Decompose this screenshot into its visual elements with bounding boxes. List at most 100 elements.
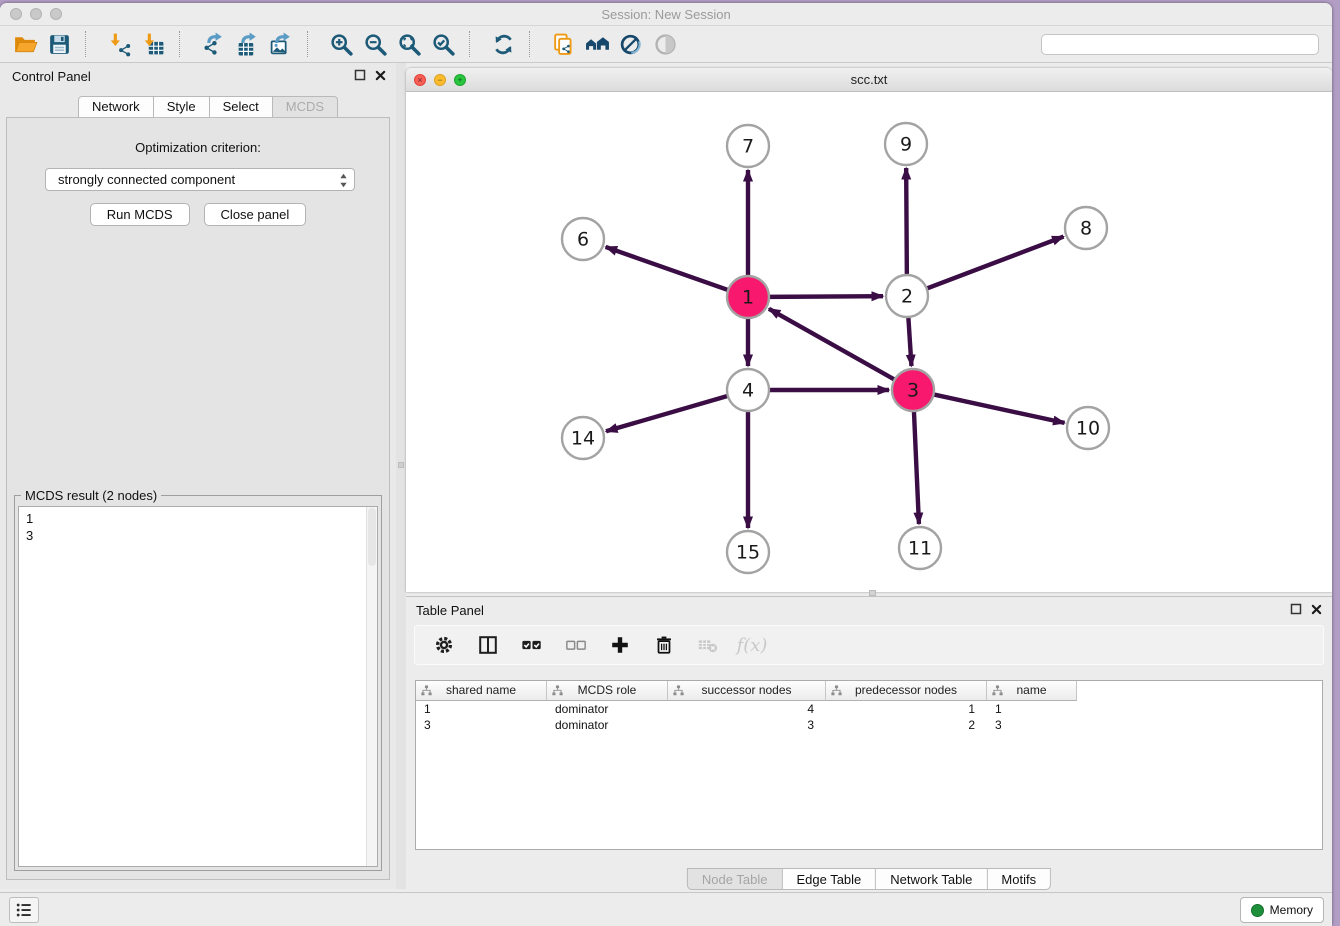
- edge-2-3[interactable]: [908, 317, 911, 366]
- zoom-out-icon: [363, 32, 388, 57]
- desktop: { "window": { "title": "Session: New Ses…: [0, 0, 1340, 926]
- edge-1-6[interactable]: [606, 247, 729, 290]
- task-list-button[interactable]: [9, 897, 39, 923]
- split-columns-button[interactable]: [473, 630, 503, 660]
- close-panel-button[interactable]: Close panel: [204, 203, 307, 226]
- zoom-in-button[interactable]: [324, 29, 358, 59]
- tab-mcds[interactable]: MCDS: [273, 96, 338, 118]
- table-row[interactable]: 3dominator323: [416, 717, 1322, 733]
- checked-pair-icon: [521, 634, 543, 656]
- graph-node-9[interactable]: 9: [885, 123, 927, 165]
- tab-style[interactable]: Style: [154, 96, 210, 118]
- circle-slash-button[interactable]: [614, 29, 648, 59]
- column-header-predecessor-nodes[interactable]: predecessor nodes: [826, 681, 987, 701]
- criterion-select[interactable]: strongly connected component: [45, 168, 355, 191]
- graph-node-4[interactable]: 4: [727, 369, 769, 411]
- graph-node-8[interactable]: 8: [1065, 207, 1107, 249]
- import-table-button[interactable]: [136, 29, 170, 59]
- zoom-selected-icon: [431, 32, 456, 57]
- graph-node-7[interactable]: 7: [727, 125, 769, 167]
- graph-node-1[interactable]: 1: [727, 276, 769, 318]
- main-toolbar: [0, 26, 1332, 63]
- table-cell: 3: [987, 717, 1077, 733]
- search-input[interactable]: [1041, 34, 1319, 55]
- table-panel-header: Table Panel: [406, 597, 1332, 623]
- gear-button[interactable]: [429, 630, 459, 660]
- column-label: MCDS role: [578, 683, 637, 697]
- table-row[interactable]: 1dominator411: [416, 701, 1322, 717]
- panel-splitter[interactable]: [396, 63, 406, 889]
- select-stepper-icon: [339, 172, 348, 195]
- graph-node-2[interactable]: 2: [886, 275, 928, 317]
- tab-network-table[interactable]: Network Table: [876, 868, 987, 890]
- delete-table-icon: [697, 634, 719, 656]
- refresh-button[interactable]: [486, 29, 520, 59]
- network-canvas[interactable]: 7 9 6 8 1 2 4 3 14 10 15 11: [406, 92, 1332, 592]
- svg-text:14: 14: [571, 428, 595, 450]
- birds-eye-button[interactable]: [648, 29, 682, 59]
- checked-pair-button[interactable]: [517, 630, 547, 660]
- graph-node-6[interactable]: 6: [562, 218, 604, 260]
- import-network-button[interactable]: [102, 29, 136, 59]
- column-header-name[interactable]: name: [987, 681, 1077, 701]
- list-icon: [14, 900, 34, 920]
- edge-2-8[interactable]: [927, 237, 1064, 289]
- float-table-panel-icon[interactable]: [1290, 603, 1302, 615]
- result-scrollbar[interactable]: [366, 507, 377, 866]
- add-row-button[interactable]: [605, 630, 635, 660]
- unchecked-pair-button[interactable]: [561, 630, 591, 660]
- svg-text:10: 10: [1076, 418, 1100, 440]
- column-header-MCDS-role[interactable]: MCDS role: [547, 681, 668, 701]
- tab-edge-table[interactable]: Edge Table: [782, 868, 876, 890]
- svg-text:1: 1: [742, 287, 754, 309]
- zoom-selected-button[interactable]: [426, 29, 460, 59]
- memory-button[interactable]: Memory: [1240, 897, 1324, 923]
- document-network-button[interactable]: [546, 29, 580, 59]
- close-panel-icon[interactable]: [375, 70, 386, 81]
- double-home-button[interactable]: [580, 29, 614, 59]
- toolbar-separator: [307, 31, 320, 57]
- graph-node-10[interactable]: 10: [1067, 407, 1109, 449]
- graph-node-11[interactable]: 11: [899, 527, 941, 569]
- export-table-button[interactable]: [230, 29, 264, 59]
- column-header-successor-nodes[interactable]: successor nodes: [668, 681, 826, 701]
- open-folder-icon: [13, 32, 38, 57]
- table-header-row: shared name MCDS role successor nodes prede…: [416, 681, 1322, 701]
- toolbar-separator: [469, 31, 482, 57]
- edge-4-14[interactable]: [606, 396, 728, 431]
- graph-node-14[interactable]: 14: [562, 417, 604, 459]
- column-label: predecessor nodes: [855, 683, 957, 697]
- table-body: 1dominator4113dominator323: [416, 701, 1322, 733]
- tab-network[interactable]: Network: [78, 96, 154, 118]
- close-table-panel-icon[interactable]: [1311, 604, 1322, 615]
- graph-node-3[interactable]: 3: [892, 369, 934, 411]
- control-panel-title: Control Panel: [12, 69, 91, 84]
- export-image-button[interactable]: [264, 29, 298, 59]
- save-floppy-button[interactable]: [42, 29, 76, 59]
- criterion-select-value: strongly connected component: [58, 172, 235, 187]
- edge-3-11[interactable]: [914, 411, 919, 524]
- svg-text:15: 15: [736, 542, 760, 564]
- float-panel-icon[interactable]: [354, 69, 366, 81]
- table-cell: 3: [668, 717, 826, 733]
- document-network-icon: [551, 32, 576, 57]
- network-graph: 7 9 6 8 1 2 4 3 14 10 15 11: [406, 92, 1332, 592]
- edge-3-1[interactable]: [769, 309, 895, 380]
- edge-3-10[interactable]: [934, 394, 1065, 422]
- network-window-titlebar[interactable]: × − + scc.txt: [406, 68, 1332, 92]
- zoom-out-button[interactable]: [358, 29, 392, 59]
- column-header-shared-name[interactable]: shared name: [416, 681, 547, 701]
- graph-node-15[interactable]: 15: [727, 531, 769, 573]
- app-window: Session: New Session Control Panel Netwo…: [0, 3, 1332, 926]
- trash-button[interactable]: [649, 630, 679, 660]
- open-folder-button[interactable]: [8, 29, 42, 59]
- tab-node-table[interactable]: Node Table: [687, 868, 783, 890]
- export-network-button[interactable]: [196, 29, 230, 59]
- tab-select[interactable]: Select: [210, 96, 273, 118]
- edge-2-9[interactable]: [906, 168, 907, 275]
- zoom-fit-button[interactable]: [392, 29, 426, 59]
- run-mcds-button[interactable]: Run MCDS: [90, 203, 190, 226]
- edge-1-2[interactable]: [769, 296, 883, 297]
- mcds-result-textarea[interactable]: 1 3: [18, 506, 378, 867]
- tab-motifs[interactable]: Motifs: [987, 868, 1051, 890]
